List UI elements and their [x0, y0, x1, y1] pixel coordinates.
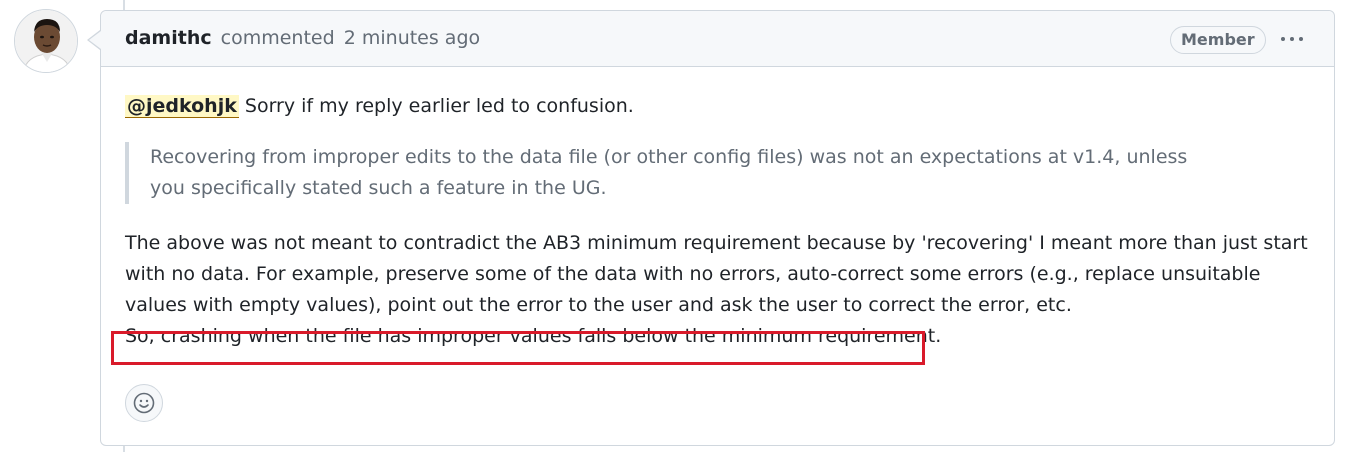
comment-body: @jedkohjk Sorry if my reply earlier led …: [125, 91, 1315, 352]
comment-card: damithc commented 2 minutes ago Member @…: [100, 10, 1335, 446]
quoted-reply: Recovering from improper edits to the da…: [125, 142, 1225, 204]
author-avatar[interactable]: [14, 9, 78, 73]
member-badge: Member: [1170, 26, 1266, 54]
quote-text: Recovering from improper edits to the da…: [150, 146, 1188, 199]
comment-header-text: damithc commented 2 minutes ago: [125, 27, 480, 49]
comment-header: damithc commented 2 minutes ago Member: [101, 11, 1334, 67]
kebab-horizontal-icon[interactable]: [1277, 25, 1307, 53]
paragraph-text: The above was not meant to contradict th…: [125, 232, 1308, 316]
author-link[interactable]: damithc: [125, 27, 212, 49]
smiley-icon[interactable]: [125, 384, 163, 422]
user-mention[interactable]: @jedkohjk: [125, 95, 239, 118]
highlight-box: [111, 331, 925, 365]
comment-timestamp[interactable]: 2 minutes ago: [344, 27, 480, 49]
comment-action: commented: [220, 27, 335, 49]
avatar-image: [15, 10, 77, 72]
comment-caret-inner: [89, 31, 101, 49]
comment-first-line: @jedkohjk Sorry if my reply earlier led …: [125, 91, 1315, 122]
first-line-text: Sorry if my reply earlier led to confusi…: [238, 95, 634, 117]
